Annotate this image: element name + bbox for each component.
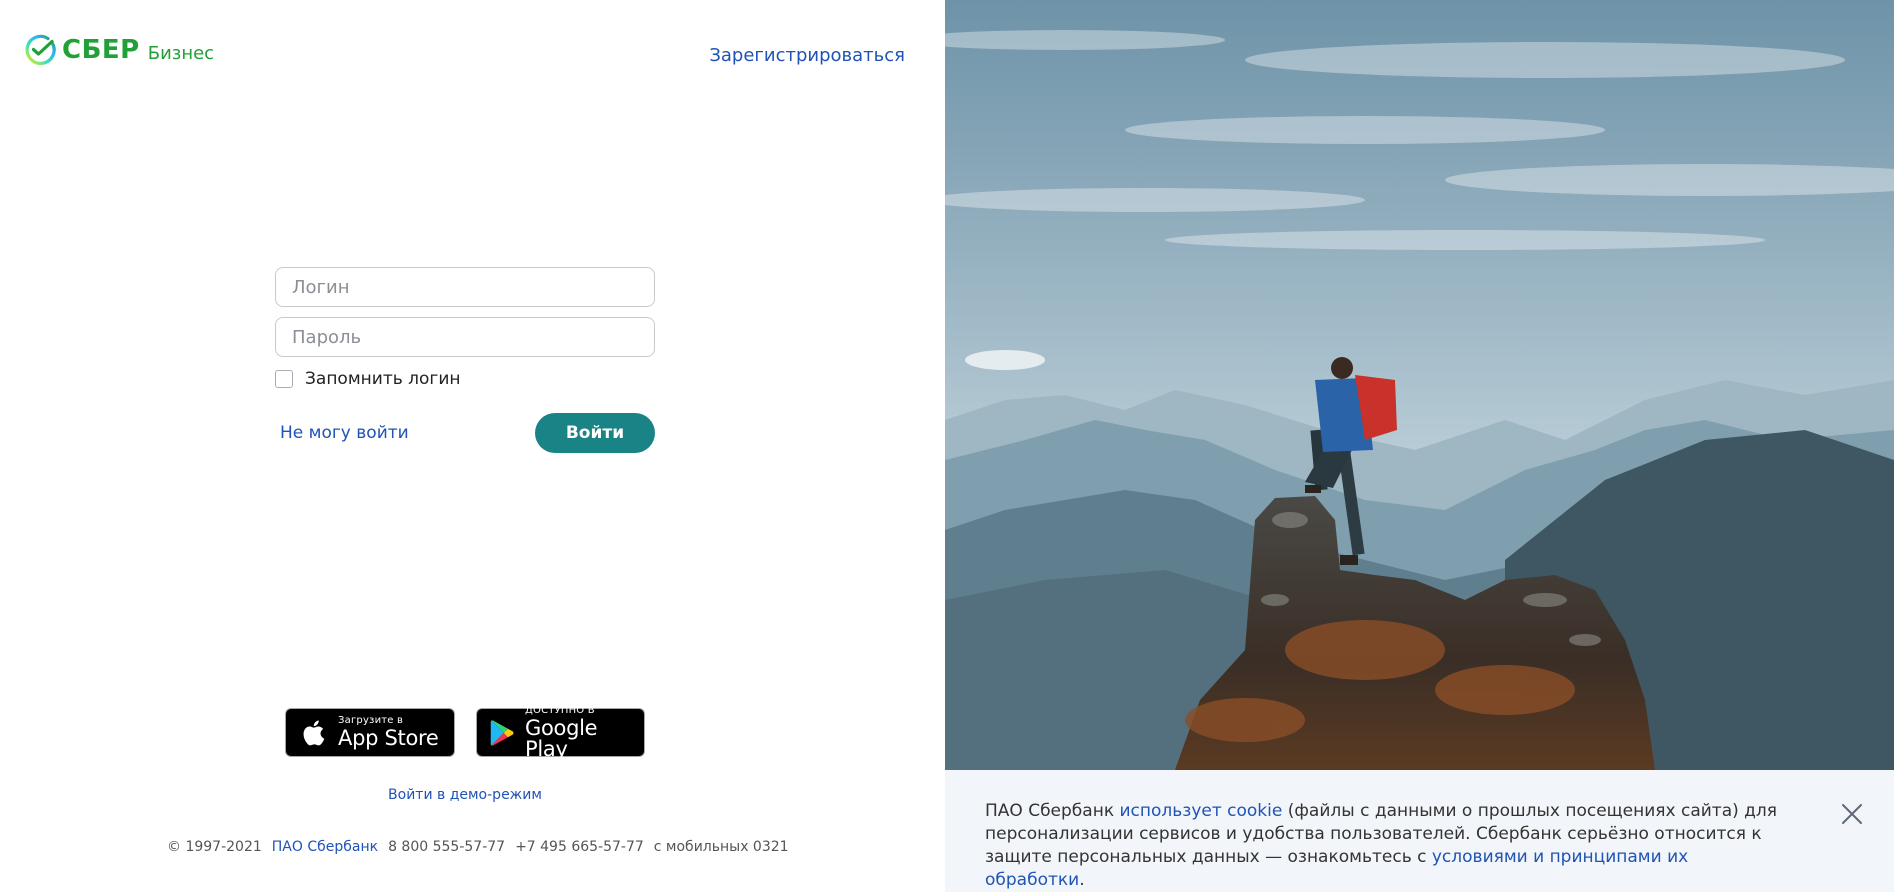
hero-panel: ПАО Сбербанк использует cookie (файлы с …	[945, 0, 1894, 892]
login-button[interactable]: Войти	[535, 413, 655, 453]
remember-login-checkbox[interactable]	[275, 370, 293, 388]
remember-login-row: Запомнить логин	[275, 369, 655, 389]
cookie-text: ПАО Сбербанк использует cookie (файлы с …	[985, 800, 1785, 892]
google-play-big-text: Google Play	[525, 715, 598, 761]
cookie-usage-link[interactable]: использует cookie	[1120, 801, 1283, 821]
app-store-badges: Загрузите в App Store ДОСТУПНО В Google …	[285, 704, 645, 761]
google-play-badge[interactable]: ДОСТУПНО В Google Play	[476, 704, 645, 761]
close-icon[interactable]	[1840, 802, 1864, 826]
cookie-text-part3: .	[1079, 870, 1085, 890]
hero-image	[945, 0, 1894, 770]
footer: © 1997-2021 ПАО Сбербанк 8 800 555-57-77…	[167, 839, 789, 855]
app-store-big-text: App Store	[338, 726, 439, 750]
remember-login-label[interactable]: Запомнить логин	[305, 369, 461, 389]
footer-company-link[interactable]: ПАО Сбербанк	[272, 839, 378, 855]
cookie-text-part1: ПАО Сбербанк	[985, 801, 1120, 821]
app-store-badge[interactable]: Загрузите в App Store	[285, 708, 455, 757]
footer-phone-mobile: с мобильных 0321	[653, 839, 789, 855]
app-store-small-text: Загрузите в	[338, 715, 404, 726]
cookie-banner: ПАО Сбербанк использует cookie (файлы с …	[945, 770, 1894, 892]
register-link[interactable]: Зарегистрироваться	[709, 45, 905, 66]
login-input[interactable]	[275, 267, 655, 307]
demo-mode-link[interactable]: Войти в демо-режим	[388, 787, 542, 803]
footer-phone-moscow: +7 495 665-57-77	[515, 839, 644, 855]
footer-copyright: © 1997-2021	[167, 839, 262, 855]
demo-mode-link-row: Войти в демо-режим	[0, 787, 930, 803]
google-play-icon	[490, 719, 514, 746]
sber-business-logo[interactable]: СБЕР Бизнес	[24, 34, 214, 66]
apple-icon	[303, 720, 325, 745]
google-play-small-text: ДОСТУПНО В	[525, 704, 595, 716]
logo-product-name: Бизнес	[147, 42, 215, 64]
login-form: Запомнить логин Не могу войти Войти	[275, 267, 655, 453]
login-actions: Не могу войти Войти	[275, 413, 655, 453]
login-panel: СБЕР Бизнес Зарегистрироваться Запомнить…	[0, 0, 945, 892]
logo-wordmark: СБЕР	[62, 35, 140, 65]
password-input[interactable]	[275, 317, 655, 357]
footer-phone-toll-free: 8 800 555-57-77	[388, 839, 506, 855]
sber-logo-icon	[25, 34, 56, 65]
cant-login-link[interactable]: Не могу войти	[280, 423, 409, 443]
